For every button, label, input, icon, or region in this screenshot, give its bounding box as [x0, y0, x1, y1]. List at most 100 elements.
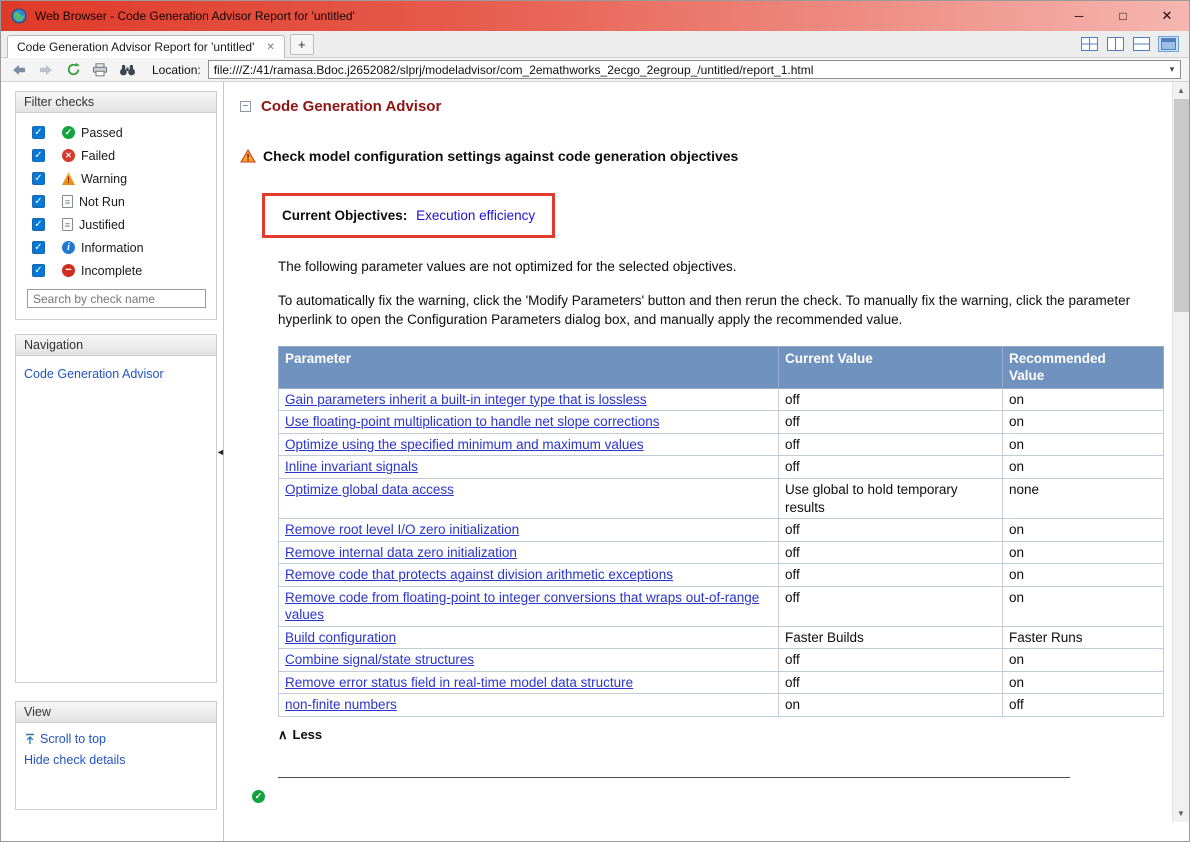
search-input[interactable] — [27, 289, 206, 308]
new-tab-button[interactable]: + — [289, 34, 314, 55]
scrollbar-thumb[interactable] — [1174, 99, 1189, 312]
section-title: Code Generation Advisor — [261, 98, 442, 115]
tile-single-icon — [1161, 38, 1176, 50]
table-row: Use floating-point multiplication to han… — [278, 410, 1164, 434]
checkbox-checked[interactable] — [32, 172, 45, 185]
parameter-cell: non-finite numbers — [278, 693, 779, 717]
column-header-current-value: Current Value — [778, 345, 1003, 389]
parameter-link[interactable]: Gain parameters inherit a built-in integ… — [285, 392, 647, 407]
tile-columns-button[interactable] — [1106, 36, 1125, 52]
filter-panel-header: Filter checks — [16, 92, 216, 113]
sidebar-link-scroll-to-top[interactable]: Scroll to top — [40, 732, 106, 746]
checkbox-checked[interactable] — [32, 126, 45, 139]
tile-grid-button[interactable] — [1080, 36, 1099, 52]
recommended-value: on — [1002, 410, 1164, 434]
parameter-link[interactable]: Combine signal/state structures — [285, 652, 474, 667]
tile-single-button[interactable] — [1158, 36, 1179, 52]
tile-rows-button[interactable] — [1132, 36, 1151, 52]
less-toggle[interactable]: ∧ Less — [278, 727, 338, 743]
current-value: off — [778, 518, 1003, 542]
current-value: off — [778, 540, 1003, 565]
navigation-panel-header: Navigation — [16, 335, 216, 356]
column-header-parameter: Parameter — [278, 345, 779, 389]
close-button[interactable]: ✕ — [1145, 1, 1189, 31]
url-input[interactable] — [208, 62, 1164, 77]
parameter-cell: Gain parameters inherit a built-in integ… — [278, 387, 779, 412]
recommended-value: on — [1002, 432, 1164, 457]
print-button[interactable] — [90, 61, 110, 79]
parameter-cell: Remove internal data zero initialization — [278, 540, 779, 565]
navigation-panel: Navigation Code Generation Advisor — [15, 334, 217, 683]
maximize-button[interactable]: □ — [1101, 1, 1145, 31]
vertical-scrollbar[interactable]: ▲ ▼ — [1172, 82, 1189, 822]
sidebar-collapse-handle[interactable]: ◄ — [216, 448, 225, 457]
parameter-link[interactable]: Build configuration — [285, 630, 396, 645]
table-row: Optimize using the specified minimum and… — [278, 432, 1164, 457]
filter-item-information[interactable]: Information — [16, 236, 216, 259]
table-header-row: Parameter Current Value Recommended Valu… — [278, 345, 1164, 389]
tab-label: Code Generation Advisor Report for 'unti… — [17, 40, 255, 54]
browser-toolbar: Location: ▾ — [1, 58, 1189, 82]
recommended-value: on — [1002, 540, 1164, 565]
checkbox-checked[interactable] — [32, 241, 45, 254]
scroll-down-button[interactable]: ▼ — [1173, 805, 1189, 822]
chevron-left-icon: ◄ — [216, 447, 225, 457]
objectives-value-link[interactable]: Execution efficiency — [416, 208, 535, 223]
sidebar-link-code-generation-advisor[interactable]: Code Generation Advisor — [24, 367, 164, 381]
recommended-value: on — [1002, 563, 1164, 587]
maximize-icon: □ — [1119, 9, 1127, 23]
filter-item-not-run[interactable]: Not Run — [16, 190, 216, 213]
tab-close-icon[interactable]: ✕ — [266, 42, 274, 53]
filter-item-failed[interactable]: Failed — [16, 144, 216, 167]
sidebar-link-hide-check-details[interactable]: Hide check details — [24, 753, 125, 767]
checkbox-checked[interactable] — [32, 195, 45, 208]
current-value: off — [778, 648, 1003, 672]
checkbox-checked[interactable] — [32, 264, 45, 277]
checkbox-checked[interactable] — [32, 149, 45, 162]
table-row: Inline invariant signals off on — [278, 455, 1164, 479]
recommended-value: on — [1002, 455, 1164, 479]
recommended-value: off — [1002, 693, 1164, 717]
back-button[interactable] — [9, 61, 29, 79]
section-collapse-toggle[interactable]: − — [240, 101, 251, 112]
find-button[interactable] — [117, 61, 137, 79]
current-value: off — [778, 670, 1003, 695]
plus-icon: + — [297, 37, 306, 52]
title-bar: Web Browser - Code Generation Advisor Re… — [1, 1, 1189, 31]
table-row: Gain parameters inherit a built-in integ… — [278, 387, 1164, 412]
parameter-link[interactable]: Remove error status field in real-time m… — [285, 675, 633, 690]
current-value: off — [778, 432, 1003, 457]
scroll-to-top-row: Scroll to top — [24, 732, 208, 746]
view-panel-body: Scroll to top Hide check details — [16, 723, 216, 809]
navigation-panel-body: Code Generation Advisor — [16, 356, 216, 682]
parameter-link[interactable]: Remove internal data zero initialization — [285, 545, 517, 560]
filter-checkbox-list: Passed Failed Warning Not Run Justified Infor… — [16, 113, 216, 282]
filter-item-justified[interactable]: Justified — [16, 213, 216, 236]
parameter-link[interactable]: non-finite numbers — [285, 697, 397, 712]
tab-report[interactable]: Code Generation Advisor Report for 'unti… — [7, 35, 285, 58]
checkbox-checked[interactable] — [32, 218, 45, 231]
section-divider — [278, 776, 1070, 778]
minimize-button[interactable]: ─ — [1057, 1, 1101, 31]
forward-arrow-icon — [40, 64, 52, 75]
filter-item-passed[interactable]: Passed — [16, 121, 216, 144]
address-bar: ▾ — [207, 60, 1181, 79]
filter-item-warning[interactable]: Warning — [16, 167, 216, 190]
parameter-link[interactable]: Remove root level I/O zero initializatio… — [285, 522, 519, 537]
parameter-link[interactable]: Inline invariant signals — [285, 459, 418, 474]
binoculars-icon — [119, 64, 135, 75]
filter-item-incomplete[interactable]: Incomplete — [16, 259, 216, 282]
parameter-cell: Remove code from floating-point to integ… — [278, 585, 779, 627]
parameter-link[interactable]: Use floating-point multiplication to han… — [285, 414, 659, 429]
current-value: off — [778, 387, 1003, 412]
justified-icon — [62, 218, 73, 231]
parameter-link[interactable]: Optimize global data access — [285, 482, 454, 497]
refresh-button[interactable] — [63, 61, 83, 79]
parameter-link[interactable]: Remove code from floating-point to integ… — [285, 590, 759, 623]
parameter-link[interactable]: Remove code that protects against divisi… — [285, 567, 673, 582]
forward-button[interactable] — [36, 61, 56, 79]
url-dropdown-button[interactable]: ▾ — [1164, 61, 1180, 78]
scroll-up-button[interactable]: ▲ — [1173, 82, 1189, 99]
content-area: Filter checks Passed Failed Warning Not Run… — [1, 82, 1189, 841]
parameter-link[interactable]: Optimize using the specified minimum and… — [285, 437, 644, 452]
